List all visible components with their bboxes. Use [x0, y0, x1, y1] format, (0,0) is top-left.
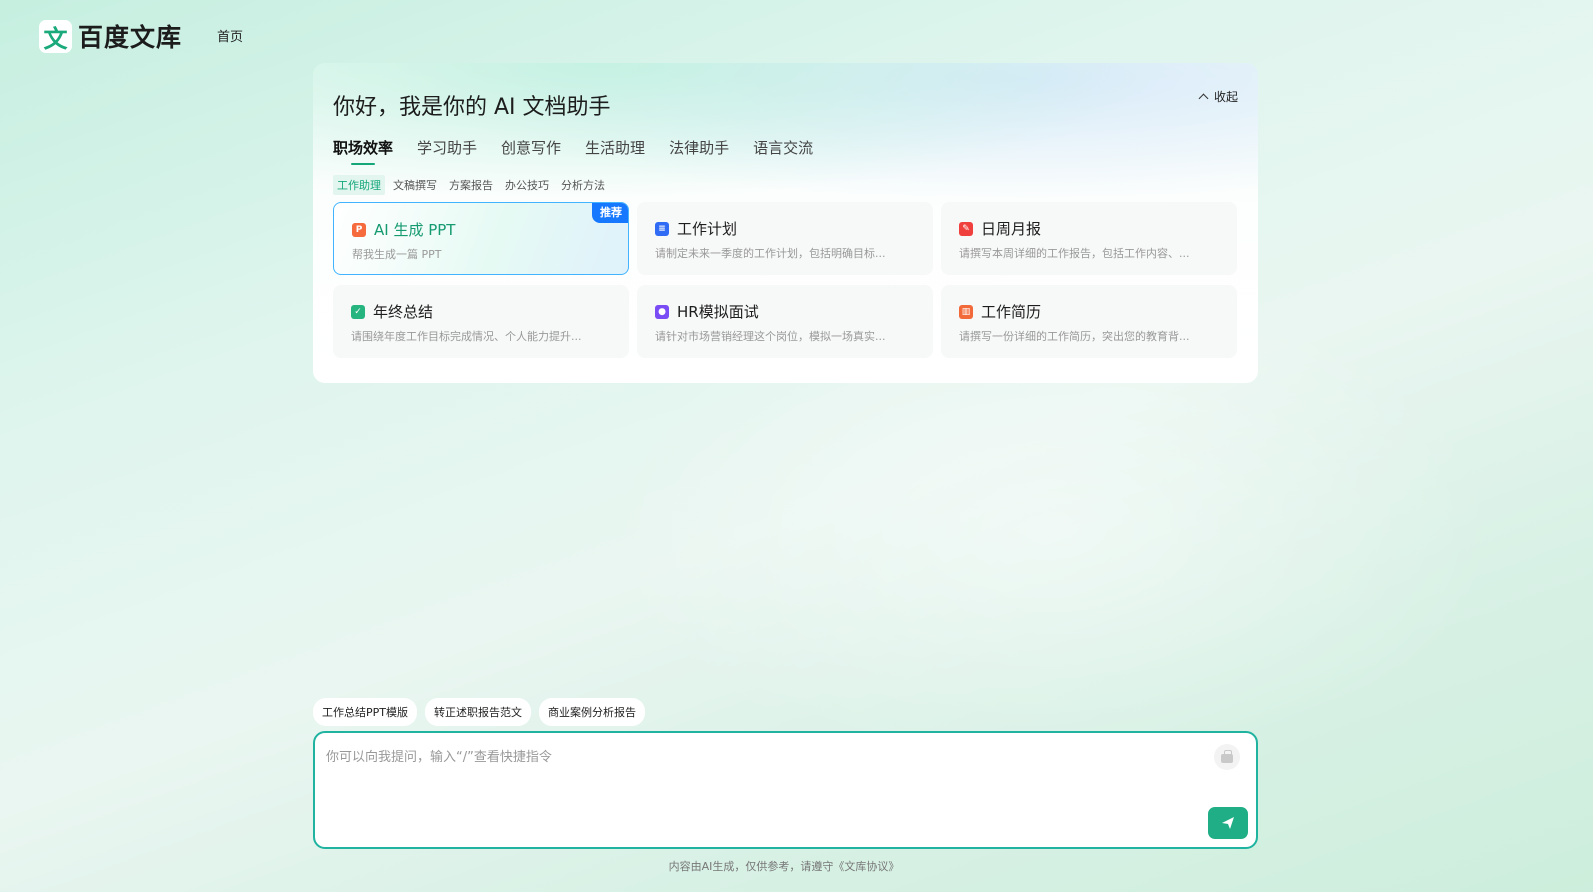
tab-legal[interactable]: 法律助手	[669, 137, 729, 164]
tab-workplace[interactable]: 职场效率	[333, 137, 393, 165]
prompt-cards: 推荐 P AI 生成 PPT 帮我生成一篇 PPT ≡ 工作计划 请制定未来一季…	[333, 202, 1238, 358]
card-title: HR模拟面试	[677, 303, 759, 321]
card-desc: 帮我生成一篇 PPT	[352, 248, 442, 261]
card-title: 日周月报	[981, 220, 1042, 238]
card-desc: 请制定未来一季度的工作计划，包括明确目标...	[655, 247, 886, 260]
doc-icon: ≡	[655, 221, 669, 236]
subtab-proposal[interactable]: 方案报告	[445, 175, 497, 195]
card-work-plan[interactable]: ≡ 工作计划 请制定未来一季度的工作计划，包括明确目标...	[637, 202, 933, 275]
card-title: AI 生成 PPT	[374, 221, 456, 239]
tab-language[interactable]: 语言交流	[753, 137, 813, 164]
nav-home-link[interactable]: 首页	[217, 26, 243, 45]
assistant-panel: 你好，我是你的 AI 文档助手 收起 职场效率 学习助手 创意写作 生活助理 法…	[313, 63, 1258, 383]
chevron-up-icon	[1198, 93, 1209, 104]
quick-prompt-chip[interactable]: 工作总结PPT模版	[313, 698, 417, 726]
logo[interactable]: 文 百度文库	[39, 18, 182, 54]
card-hr-interview[interactable]: ● HR模拟面试 请针对市场营销经理这个岗位，模拟一场真实...	[637, 285, 933, 358]
card-desc: 请针对市场营销经理这个岗位，模拟一场真实...	[655, 330, 886, 343]
resume-icon: ▥	[959, 304, 973, 319]
send-button[interactable]	[1208, 807, 1248, 839]
tab-study[interactable]: 学习助手	[417, 137, 477, 164]
briefcase-icon	[1221, 750, 1233, 763]
category-tabs: 职场效率 学习助手 创意写作 生活助理 法律助手 语言交流	[333, 137, 813, 165]
panel-title: 你好，我是你的 AI 文档助手	[333, 95, 611, 120]
quick-prompts: 工作总结PPT模版 转正述职报告范文 商业案例分析报告	[313, 698, 645, 726]
logo-mark-icon: 文	[39, 19, 72, 53]
card-reports[interactable]: ✎ 日周月报 请撰写本周详细的工作报告，包括工作内容、...	[941, 202, 1237, 275]
footer-disclaimer: 内容由AI生成，仅供参考，请遵守《文库协议》	[668, 860, 900, 873]
tab-life-assistant[interactable]: 生活助理	[585, 137, 645, 164]
card-title: 工作计划	[677, 220, 738, 238]
collapse-button[interactable]: 收起	[1198, 88, 1238, 105]
card-desc: 请撰写本周详细的工作报告，包括工作内容、...	[959, 247, 1190, 260]
card-desc: 请撰写一份详细的工作简历，突出您的教育背...	[959, 330, 1190, 343]
subtab-work-assistant[interactable]: 工作助理	[333, 175, 385, 195]
sub-tabs: 工作助理 文稿撰写 方案报告 办公技巧 分析方法	[333, 175, 609, 195]
chat-input-box	[313, 731, 1258, 849]
card-ai-ppt[interactable]: 推荐 P AI 生成 PPT 帮我生成一篇 PPT	[333, 202, 629, 275]
card-desc: 请围绕年度工作目标完成情况、个人能力提升...	[351, 330, 582, 343]
quick-prompt-chip[interactable]: 转正述职报告范文	[425, 698, 531, 726]
pdf-icon: ✎	[959, 221, 973, 236]
card-title: 工作简历	[981, 303, 1042, 321]
chat-input[interactable]	[315, 733, 1256, 847]
tab-creative-writing[interactable]: 创意写作	[501, 137, 561, 164]
subtab-analysis[interactable]: 分析方法	[557, 175, 609, 195]
check-icon: ✓	[351, 304, 365, 319]
attachment-button[interactable]	[1214, 744, 1240, 770]
ppt-icon: P	[352, 222, 366, 237]
quick-prompt-chip[interactable]: 商业案例分析报告	[539, 698, 645, 726]
card-resume[interactable]: ▥ 工作简历 请撰写一份详细的工作简历，突出您的教育背...	[941, 285, 1237, 358]
subtab-office-tips[interactable]: 办公技巧	[501, 175, 553, 195]
send-icon	[1222, 817, 1234, 829]
card-year-summary[interactable]: ✓ 年终总结 请围绕年度工作目标完成情况、个人能力提升...	[333, 285, 629, 358]
subtab-drafting[interactable]: 文稿撰写	[389, 175, 441, 195]
collapse-label: 收起	[1213, 90, 1238, 104]
logo-text: 百度文库	[78, 23, 183, 52]
card-title: 年终总结	[373, 303, 434, 321]
recommend-badge: 推荐	[592, 203, 628, 223]
person-icon: ●	[655, 304, 669, 319]
